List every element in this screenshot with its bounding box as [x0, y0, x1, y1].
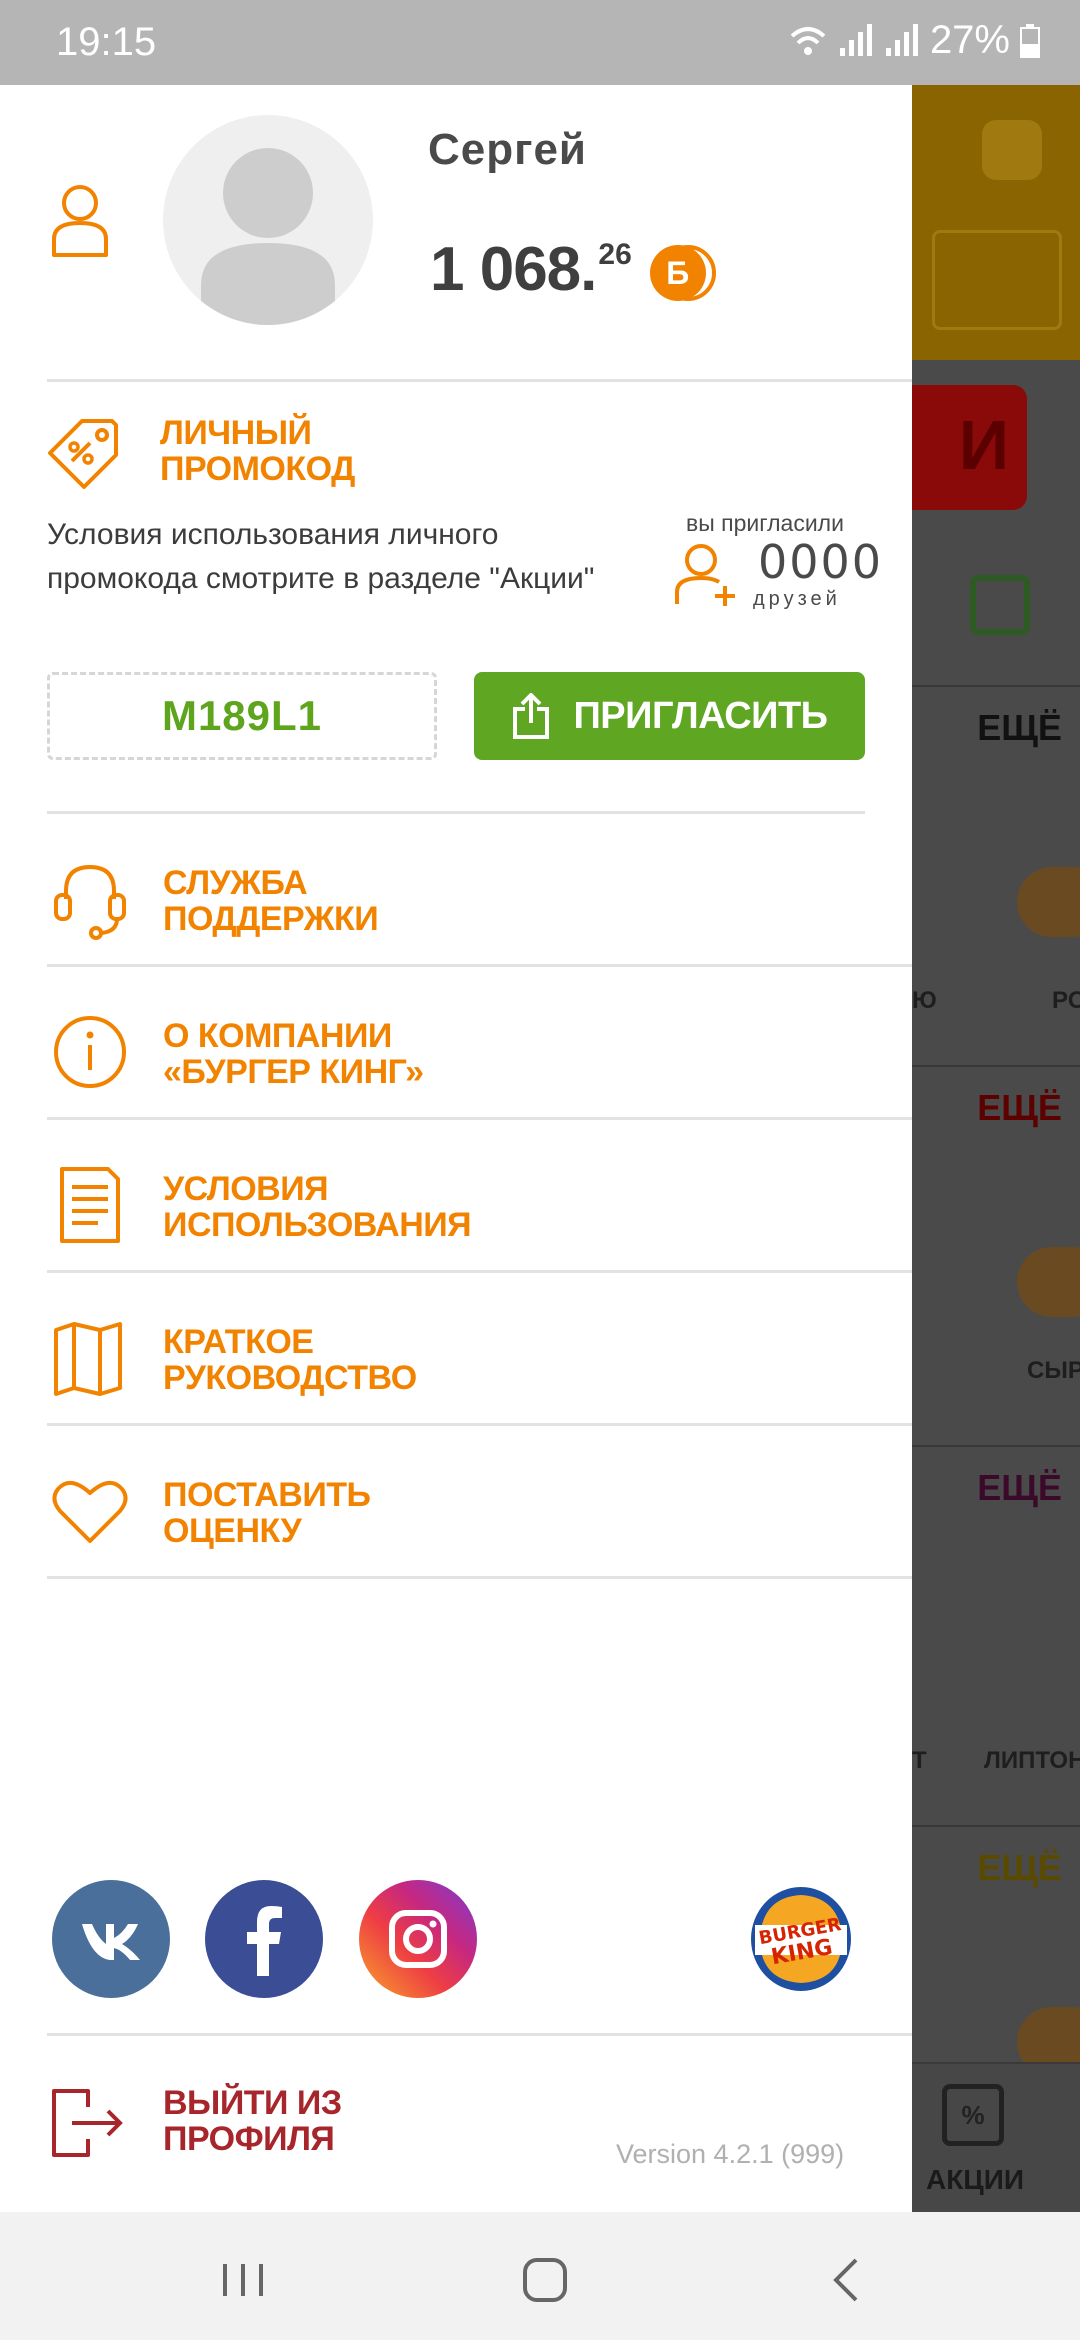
bonus-coin-icon: Б [649, 245, 716, 301]
menu-item-terms[interactable]: УСЛОВИЯ ИСПОЛЬЗОВАНИЯ [0, 1131, 912, 1281]
bg-more: ЕЩЁ [977, 1847, 1062, 1888]
share-icon [513, 693, 550, 739]
menu-label: КРАТКОЕ РУКОВОДСТВО [163, 1323, 417, 1397]
book-icon [54, 1322, 122, 1396]
info-icon [54, 1016, 126, 1088]
bg-tile: ЕЩЁ [912, 1825, 1080, 2077]
vk-icon [82, 1924, 140, 1960]
bonus-balance: 1 068. 26 Б [430, 235, 716, 305]
battery-percent: 27% [929, 18, 1010, 62]
divider [47, 1117, 912, 1120]
wifi-icon [790, 26, 826, 55]
bonus-symbol: Б [649, 245, 706, 301]
bg-search-box [932, 230, 1062, 330]
bg-tile: ЕЩЁ Ю РО [912, 685, 1080, 1065]
invite-button-label: ПРИГЛАСИТЬ [573, 694, 828, 737]
instagram-button[interactable] [359, 1880, 477, 1998]
background-app[interactable]: И ЕЩЁ Ю РО ЕЩЁ СЫР ЕЩЁ Т ЛИПТОН ЕЩЁ % АК… [912, 85, 1080, 2212]
add-friend-icon [675, 544, 735, 606]
bg-more: ЕЩЁ [977, 1467, 1062, 1508]
facebook-icon [247, 1906, 282, 1976]
vk-button[interactable] [52, 1880, 170, 1998]
bg-icon [982, 120, 1042, 180]
promo-description: Условия использования личного промокода … [47, 518, 595, 595]
user-icon[interactable] [50, 183, 110, 259]
bg-header [912, 85, 1080, 360]
home-button[interactable] [515, 2250, 575, 2310]
divider [47, 2033, 912, 2036]
bg-tile: ЕЩЁ Т ЛИПТОН [912, 1445, 1080, 1825]
signal-icon [839, 23, 872, 56]
promo-title: ЛИЧНЫЙ ПРОМОКОД [160, 414, 355, 488]
bg-red-button: И [912, 385, 1027, 510]
recent-apps-button[interactable] [213, 2250, 273, 2310]
coupon-tag-icon [48, 419, 118, 489]
invited-label: вы пригласили [686, 510, 844, 536]
menu-label: УСЛОВИЯ ИСПОЛЬЗОВАНИЯ [163, 1170, 472, 1244]
bg-food-image [1017, 867, 1080, 937]
balance-integer: 1 068. [430, 235, 597, 304]
bg-caption: Ю [912, 987, 937, 1014]
system-nav-bar [0, 2212, 1080, 2340]
bg-tile: ЕЩЁ СЫР [912, 1065, 1080, 1445]
bg-more: ЕЩЁ [977, 1087, 1062, 1128]
bg-caption: ЛИПТОН [984, 1747, 1080, 1774]
burger-king-logo: BURGER KING [751, 1887, 851, 1991]
bg-bottom-tab-label: АКЦИИ [926, 2164, 1025, 2195]
divider [47, 964, 912, 967]
bg-caption: Т [912, 1747, 927, 1774]
avatar[interactable] [163, 115, 373, 325]
divider [47, 379, 912, 382]
facebook-button[interactable] [205, 1880, 323, 1998]
battery-icon [1020, 23, 1040, 58]
back-button[interactable] [818, 2250, 878, 2310]
bg-bottom-bar: % АКЦИИ [912, 2062, 1080, 2212]
bg-caption: РО [1052, 987, 1080, 1014]
status-bar: 19:15 27% [0, 0, 1080, 85]
menu-label: О КОМПАНИИ «БУРГЕР КИНГ» [163, 1017, 424, 1091]
divider [47, 811, 865, 814]
divider [47, 1270, 912, 1273]
instagram-icon [389, 1910, 447, 1968]
bg-more: ЕЩЁ [977, 707, 1062, 748]
navigation-drawer: Сергей 1 068. 26 Б ЛИЧНЫЙ ПРОМОКОД Услов… [0, 85, 912, 2212]
document-icon [60, 1167, 120, 1243]
balance-fraction: 26 [598, 238, 632, 271]
logout-button[interactable]: ВЫЙТИ ИЗ ПРОФИЛЯ [163, 2085, 342, 2157]
bg-caption: СЫР [1027, 1357, 1080, 1384]
signal-icon-2 [885, 23, 918, 56]
headset-icon [54, 864, 126, 940]
app-version: Version 4.2.1 (999) [616, 2139, 845, 2169]
invited-unit: друзей [753, 588, 841, 610]
menu-label: ПОСТАВИТЬ ОЦЕНКУ [163, 1476, 371, 1550]
menu-item-guide[interactable]: КРАТКОЕ РУКОВОДСТВО [0, 1284, 912, 1434]
status-icons: 27% [788, 18, 1040, 63]
menu-item-about[interactable]: О КОМПАНИИ «БУРГЕР КИНГ» [0, 978, 912, 1128]
promo-tab-icon: % [942, 2084, 1004, 2146]
invited-count: 0000 [758, 535, 884, 589]
bg-food-image [1017, 1247, 1080, 1317]
divider [47, 1576, 912, 1579]
menu-item-rate[interactable]: ПОСТАВИТЬ ОЦЕНКУ [0, 1437, 912, 1587]
logout-icon[interactable] [50, 2085, 126, 2161]
heart-icon [52, 1481, 128, 1543]
invite-button[interactable]: ПРИГЛАСИТЬ [474, 672, 865, 760]
menu-item-support[interactable]: СЛУЖБА ПОДДЕРЖКИ [0, 825, 912, 975]
user-name: Сергей [428, 125, 587, 174]
edit-icon [970, 575, 1030, 635]
status-time: 19:15 [56, 20, 157, 64]
menu-label: СЛУЖБА ПОДДЕРЖКИ [163, 864, 379, 938]
divider [47, 1423, 912, 1426]
promo-code-field[interactable]: M189L1 [47, 672, 437, 760]
